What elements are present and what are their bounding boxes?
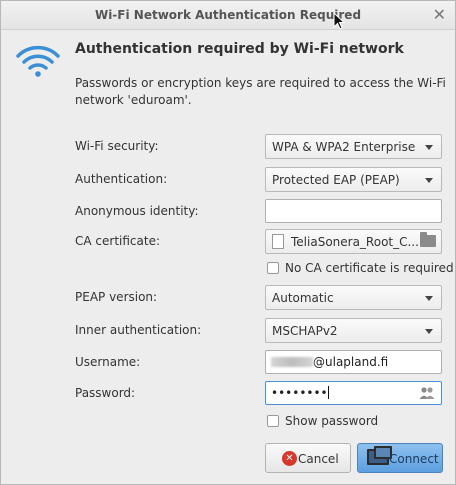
cancel-icon: ✕ bbox=[282, 451, 297, 466]
checkbox-box[interactable] bbox=[267, 415, 279, 427]
username-label: Username: bbox=[75, 355, 141, 369]
ca-certificate-label: CA certificate: bbox=[75, 234, 160, 248]
dialog-heading: Authentication required by Wi-Fi network bbox=[75, 41, 404, 57]
redacted-username bbox=[271, 357, 313, 367]
auth-dialog: Wi-Fi Network Authentication Required ✕ … bbox=[0, 0, 456, 485]
chevron-down-icon bbox=[425, 329, 433, 334]
show-password-label: Show password bbox=[285, 414, 379, 428]
no-ca-required-checkbox[interactable]: No CA certificate is required bbox=[267, 261, 454, 275]
show-password-checkbox[interactable]: Show password bbox=[267, 414, 378, 428]
peap-version-select[interactable]: Automatic bbox=[265, 285, 442, 310]
users-icon[interactable] bbox=[419, 386, 435, 400]
wifi-security-select[interactable]: WPA & WPA2 Enterprise bbox=[265, 134, 442, 159]
authentication-value: Protected EAP (PEAP) bbox=[272, 173, 400, 187]
anonymous-identity-label: Anonymous identity: bbox=[75, 204, 199, 218]
authentication-label: Authentication: bbox=[75, 172, 168, 186]
chevron-down-icon bbox=[425, 178, 433, 183]
inner-authentication-select[interactable]: MSCHAPv2 bbox=[265, 318, 442, 343]
close-icon[interactable]: ✕ bbox=[433, 5, 446, 24]
document-icon bbox=[272, 234, 284, 249]
cancel-button-label: Cancel bbox=[298, 452, 339, 466]
username-domain: @ulapland.fi bbox=[313, 355, 389, 369]
folder-icon bbox=[420, 232, 436, 247]
wifi-icon bbox=[16, 45, 60, 77]
inner-authentication-value: MSCHAPv2 bbox=[272, 324, 338, 338]
titlebar[interactable]: Wi-Fi Network Authentication Required ✕ bbox=[1, 1, 455, 30]
password-value: •••••••• bbox=[271, 386, 328, 400]
checkbox-box[interactable] bbox=[267, 262, 279, 274]
window-title: Wi-Fi Network Authentication Required bbox=[94, 8, 362, 22]
no-ca-required-label: No CA certificate is required bbox=[285, 261, 454, 275]
cancel-button[interactable]: ✕ Cancel bbox=[265, 443, 351, 473]
password-input[interactable]: •••••••• bbox=[265, 381, 442, 405]
text-caret bbox=[327, 386, 329, 399]
username-input[interactable]: @ulapland.fi bbox=[265, 350, 442, 374]
password-label: Password: bbox=[75, 386, 136, 400]
peap-version-label: PEAP version: bbox=[75, 290, 158, 304]
mouse-cursor-icon bbox=[333, 12, 345, 30]
connect-button-label: Connect bbox=[389, 452, 439, 466]
peap-version-value: Automatic bbox=[272, 291, 334, 305]
dialog-description: Passwords or encryption keys are require… bbox=[75, 76, 446, 107]
connect-button[interactable]: Connect bbox=[357, 443, 443, 473]
wifi-security-value: WPA & WPA2 Enterprise bbox=[272, 140, 416, 154]
ca-certificate-filename: TeliaSonera_Root_C... bbox=[291, 235, 419, 249]
anonymous-identity-input[interactable] bbox=[265, 199, 442, 223]
inner-authentication-label: Inner authentication: bbox=[75, 323, 202, 337]
chevron-down-icon bbox=[425, 145, 433, 150]
wifi-security-label: Wi-Fi security: bbox=[75, 139, 159, 153]
chevron-down-icon bbox=[425, 296, 433, 301]
ca-certificate-file-chooser[interactable]: TeliaSonera_Root_C... bbox=[265, 229, 442, 254]
authentication-select[interactable]: Protected EAP (PEAP) bbox=[265, 167, 442, 192]
